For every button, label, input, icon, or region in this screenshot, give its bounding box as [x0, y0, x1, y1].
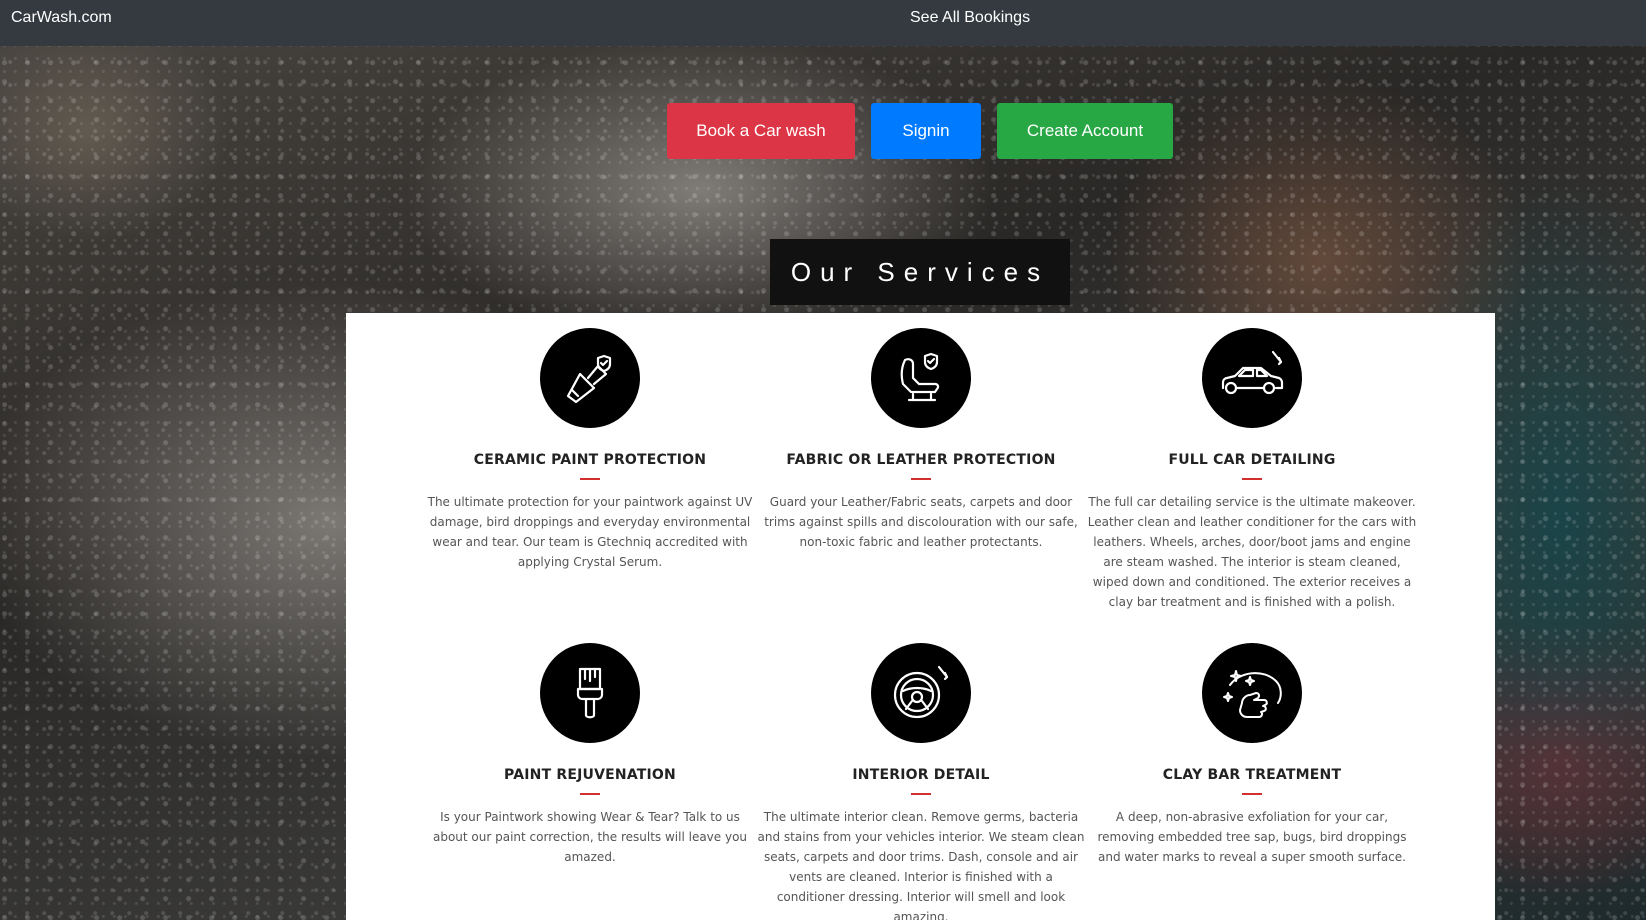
- title-divider: [1242, 793, 1262, 795]
- service-card-interior-detail: INTERIOR DETAIL The ultimate interior cl…: [756, 643, 1086, 920]
- paint-brush-icon: [540, 643, 640, 743]
- create-account-button[interactable]: Create Account: [997, 103, 1173, 159]
- book-car-wash-button[interactable]: Book a Car wash: [667, 103, 855, 159]
- card-description: The ultimate interior clean. Remove germ…: [757, 810, 1085, 920]
- services-heading: Our Services: [770, 239, 1070, 305]
- service-card-ceramic: CERAMIC PAINT PROTECTION The ultimate pr…: [425, 328, 755, 572]
- signin-button[interactable]: Signin: [871, 103, 981, 159]
- card-title: INTERIOR DETAIL: [852, 767, 990, 783]
- card-title: PAINT REJUVENATION: [504, 767, 676, 783]
- title-divider: [580, 793, 600, 795]
- car-detailing-icon: [1202, 328, 1302, 428]
- card-title: CLAY BAR TREATMENT: [1162, 767, 1342, 783]
- brush-shield-icon: [540, 328, 640, 428]
- title-divider: [911, 793, 931, 795]
- steering-wheel-icon: [871, 643, 971, 743]
- service-card-fabric: FABRIC OR LEATHER PROTECTION Guard your …: [756, 328, 1086, 552]
- card-description: Is your Paintwork showing Wear & Tear? T…: [432, 810, 748, 864]
- card-description: Guard your Leather/Fabric seats, carpets…: [764, 495, 1078, 549]
- title-divider: [1242, 478, 1262, 480]
- card-title: CERAMIC PAINT PROTECTION: [473, 452, 707, 468]
- card-title: FABRIC OR LEATHER PROTECTION: [786, 452, 1056, 468]
- service-card-clay-bar: CLAY BAR TREATMENT A deep, non-abrasive …: [1087, 643, 1417, 867]
- brand-link[interactable]: CarWash.com: [11, 9, 112, 27]
- top-navbar: CarWash.com See All Bookings: [0, 0, 1646, 46]
- card-description: A deep, non-abrasive exfoliation for you…: [1097, 810, 1407, 864]
- card-description: The full car detailing service is the ul…: [1087, 495, 1417, 609]
- card-description: The ultimate protection for your paintwo…: [427, 495, 753, 569]
- service-card-full-detailing: FULL CAR DETAILING The full car detailin…: [1087, 328, 1417, 612]
- title-divider: [911, 478, 931, 480]
- action-buttons: Book a Car wash Signin Create Account: [667, 103, 1173, 159]
- see-all-bookings-link[interactable]: See All Bookings: [910, 9, 1030, 27]
- sparkle-hand-icon: [1202, 643, 1302, 743]
- seat-shield-icon: [871, 328, 971, 428]
- services-panel: CERAMIC PAINT PROTECTION The ultimate pr…: [346, 313, 1495, 920]
- card-title: FULL CAR DETAILING: [1168, 452, 1336, 468]
- title-divider: [580, 478, 600, 480]
- service-card-paint-rejuvenation: PAINT REJUVENATION Is your Paintwork sho…: [425, 643, 755, 867]
